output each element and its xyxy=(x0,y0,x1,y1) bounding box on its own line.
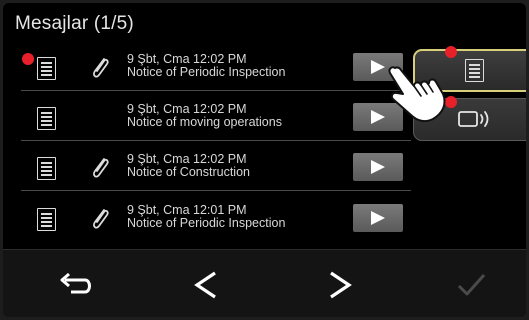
message-title: Notice of Periodic Inspection xyxy=(127,65,286,79)
document-icon xyxy=(37,107,56,130)
previous-icon[interactable] xyxy=(187,270,227,300)
bottom-nav-bar xyxy=(3,249,526,317)
play-icon xyxy=(371,211,385,225)
play-button[interactable] xyxy=(353,204,403,232)
message-row[interactable]: 9 Şbt, Cma 12:02 PM Notice of moving ope… xyxy=(3,95,411,141)
notification-dot xyxy=(445,46,457,58)
document-icon xyxy=(37,57,56,80)
pointing-hand-icon xyxy=(388,66,446,123)
paperclip-icon xyxy=(93,58,109,78)
screen-frame: Mesajlar (1/5) 9 Şbt, Cma 12:02 PM Notic… xyxy=(3,3,526,317)
play-icon xyxy=(371,160,385,174)
unread-indicator xyxy=(22,53,34,65)
message-row[interactable]: 9 Şbt, Cma 12:01 PM Notice of Periodic I… xyxy=(3,196,411,242)
message-title: Notice of moving operations xyxy=(127,115,282,129)
play-button[interactable] xyxy=(353,153,403,181)
document-icon xyxy=(37,157,56,180)
paperclip-icon xyxy=(93,209,109,229)
message-title: Notice of Construction xyxy=(127,165,250,179)
row-divider xyxy=(21,190,411,191)
confirm-check-icon xyxy=(457,273,486,296)
message-date: 9 Şbt, Cma 12:02 PM xyxy=(127,102,247,116)
page-title: Mesajlar (1/5) xyxy=(15,13,134,34)
document-icon xyxy=(37,208,56,231)
back-icon[interactable] xyxy=(55,270,95,300)
row-divider xyxy=(21,140,411,141)
message-row[interactable]: 9 Şbt, Cma 12:02 PM Notice of Periodic I… xyxy=(3,45,411,91)
message-date: 9 Şbt, Cma 12:02 PM xyxy=(127,152,247,166)
message-title: Notice of Periodic Inspection xyxy=(127,216,286,230)
audio-message-icon xyxy=(458,111,489,127)
row-divider xyxy=(21,90,411,91)
message-row[interactable]: 9 Şbt, Cma 12:02 PM Notice of Constructi… xyxy=(3,145,411,191)
paperclip-icon xyxy=(93,158,109,178)
next-icon[interactable] xyxy=(319,270,359,300)
document-list-icon xyxy=(465,59,484,82)
message-date: 9 Şbt, Cma 12:02 PM xyxy=(127,52,247,66)
message-date: 9 Şbt, Cma 12:01 PM xyxy=(127,203,247,217)
